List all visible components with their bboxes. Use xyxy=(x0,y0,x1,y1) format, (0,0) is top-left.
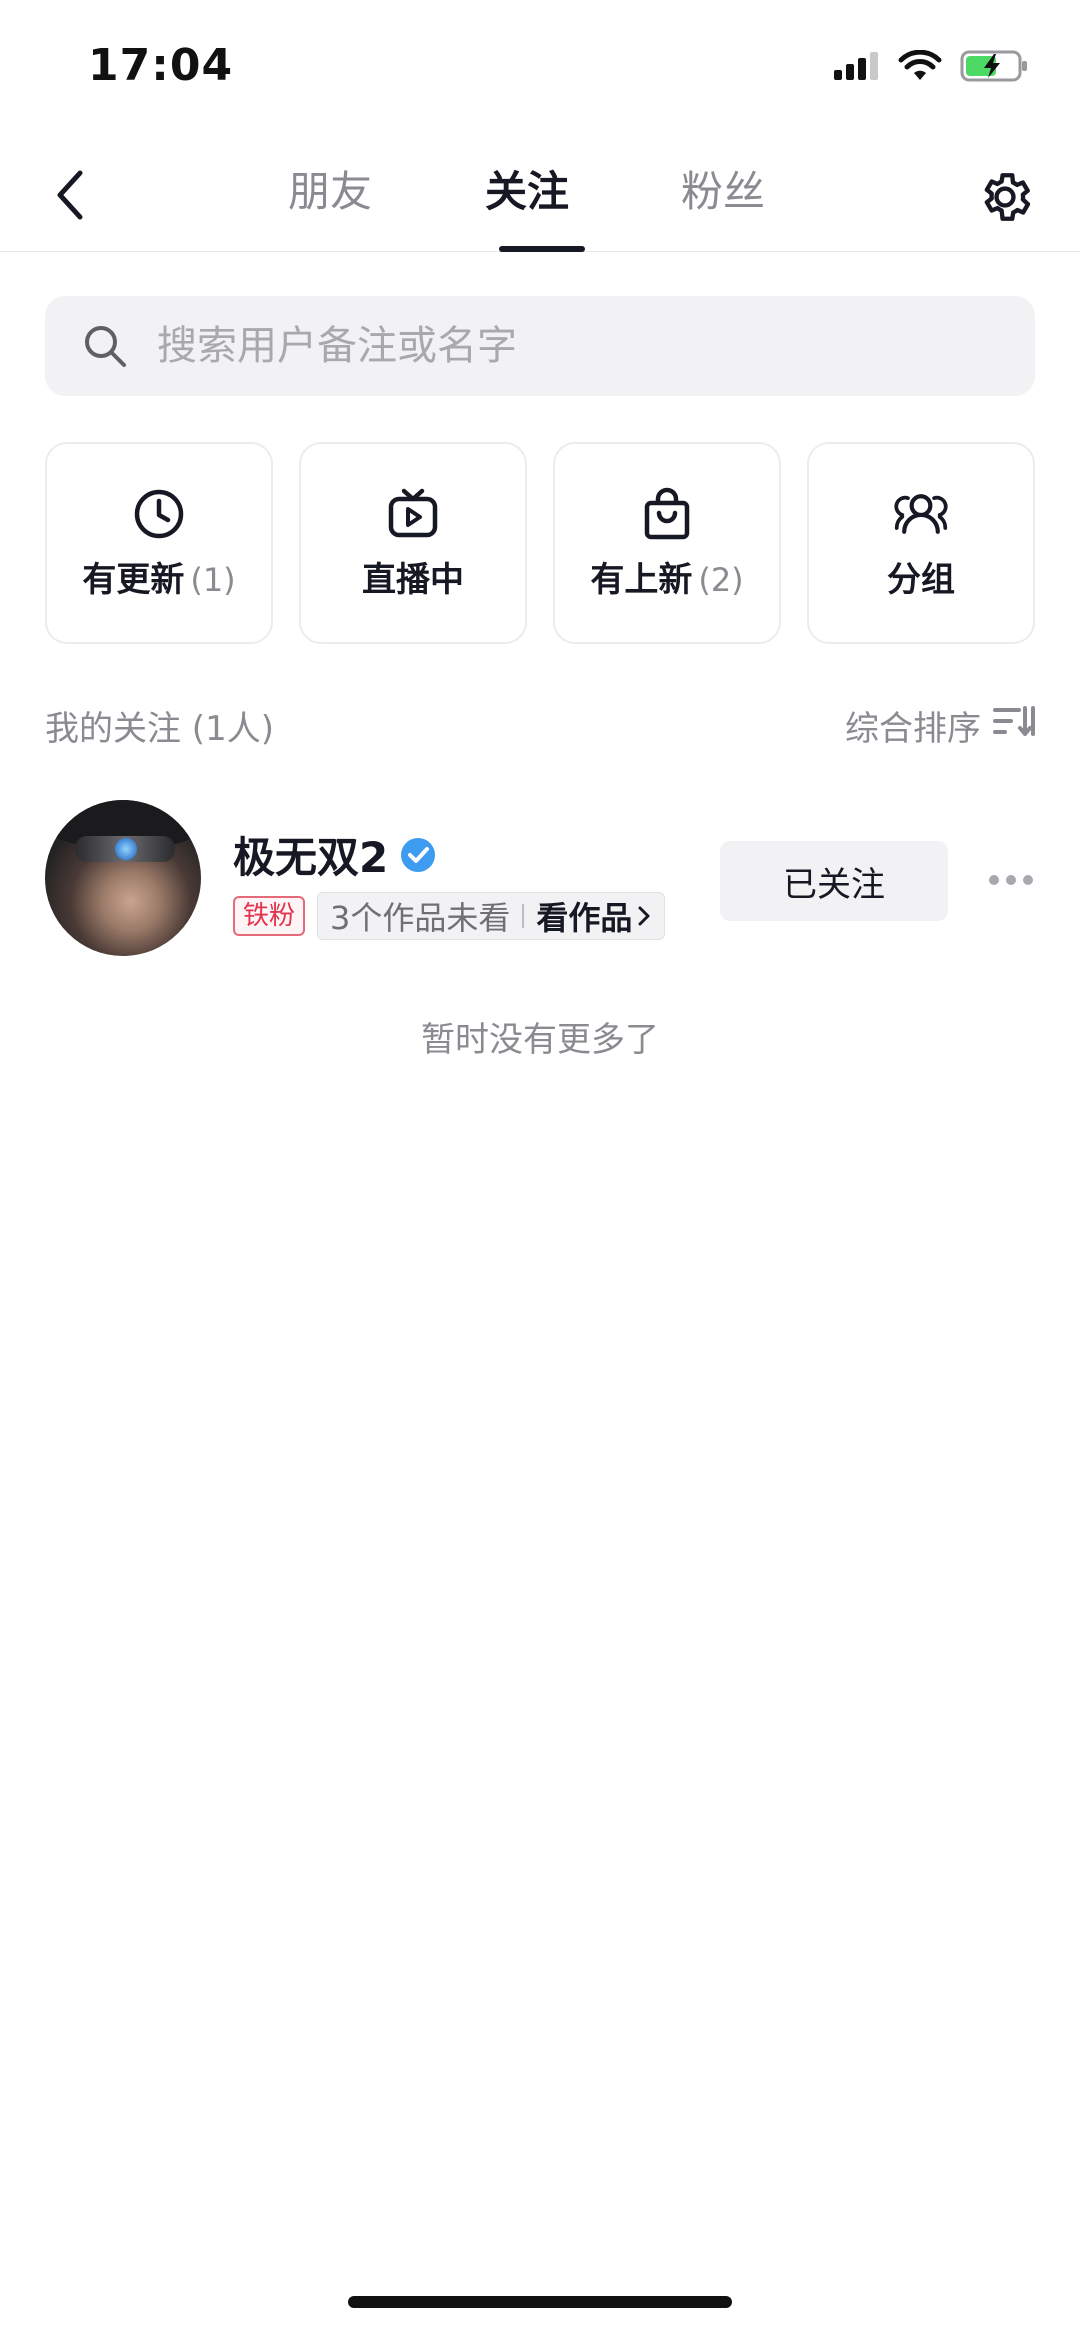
group-icon xyxy=(893,486,949,542)
filter-new-products-label: 有上新 (2) xyxy=(590,559,744,600)
avatar[interactable] xyxy=(45,800,201,956)
status-time: 17:04 xyxy=(88,40,234,91)
filter-groups-label: 分组 xyxy=(887,559,955,600)
search-bar[interactable] xyxy=(45,296,1035,396)
filter-updates-label: 有更新 (1) xyxy=(82,559,236,600)
home-indicator[interactable] xyxy=(348,2296,732,2308)
chevron-left-icon xyxy=(57,170,83,220)
following-status-button[interactable]: 已关注 xyxy=(720,841,948,921)
more-dots-icon xyxy=(989,875,1033,885)
divider xyxy=(522,904,525,928)
filter-updates-count: (1) xyxy=(190,560,236,599)
search-icon xyxy=(79,320,131,372)
view-works-link[interactable]: 看作品 xyxy=(536,893,632,939)
status-bar: 17:04 xyxy=(0,0,1080,130)
user-name: 极无双2 xyxy=(233,833,389,882)
battery-charging-icon xyxy=(960,49,1030,87)
list-item[interactable]: 极无双2 铁粉 3个作品未看 看作品 已关注 xyxy=(45,800,1045,960)
status-icons xyxy=(834,48,1030,88)
following-section-header: 我的关注 (1人) 综合排序 xyxy=(45,700,1035,750)
filter-new-products-count: (2) xyxy=(698,560,744,599)
clock-icon xyxy=(131,486,187,542)
tab-following[interactable]: 关注 xyxy=(457,158,597,252)
filter-new-products[interactable]: 有上新 (2) xyxy=(553,442,781,644)
fan-level-badge: 铁粉 xyxy=(233,896,306,936)
tab-fans[interactable]: 粉丝 xyxy=(653,158,793,252)
wifi-icon xyxy=(898,49,942,86)
sort-icon xyxy=(993,704,1035,747)
sort-button[interactable]: 综合排序 xyxy=(845,701,1035,750)
live-tv-icon xyxy=(385,486,441,542)
following-count-title: 我的关注 (1人) xyxy=(45,708,274,749)
sort-label: 综合排序 xyxy=(845,708,981,749)
search-input[interactable] xyxy=(157,323,957,369)
tab-friends[interactable]: 朋友 xyxy=(260,158,400,252)
settings-button[interactable] xyxy=(970,162,1040,232)
filter-chips: 有更新 (1) 直播中 有上新 (2) 分组 xyxy=(45,442,1035,644)
unseen-works-text: 3个作品未看 xyxy=(330,899,511,937)
verified-badge-icon xyxy=(400,837,436,873)
user-meta-row: 铁粉 3个作品未看 看作品 xyxy=(233,892,666,940)
unseen-works-pill[interactable]: 3个作品未看 看作品 xyxy=(317,892,666,940)
no-more-text: 暂时没有更多了 xyxy=(421,1020,659,1060)
filter-live[interactable]: 直播中 xyxy=(299,442,527,644)
cellular-signal-icon xyxy=(834,50,880,86)
more-options-button[interactable] xyxy=(981,860,1041,900)
back-button[interactable] xyxy=(40,160,100,230)
filter-updates[interactable]: 有更新 (1) xyxy=(45,442,273,644)
shopping-bag-icon xyxy=(639,486,695,542)
gear-icon xyxy=(984,173,1031,221)
filter-groups[interactable]: 分组 xyxy=(807,442,1035,644)
top-nav: 朋友 关注 粉丝 xyxy=(0,130,1080,252)
user-name-row: 极无双2 xyxy=(233,824,436,885)
chevron-right-icon xyxy=(636,904,652,928)
filter-live-label: 直播中 xyxy=(362,559,464,600)
